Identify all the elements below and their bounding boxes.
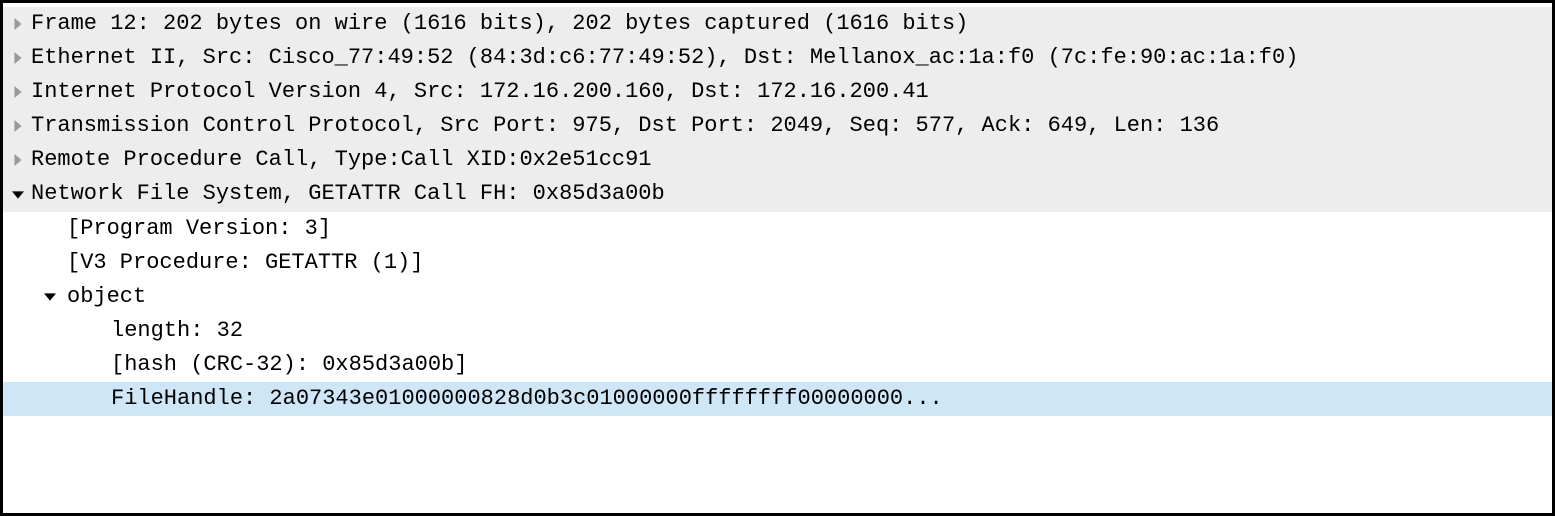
tree-row-object[interactable]: object <box>3 280 1552 314</box>
tree-row-hash[interactable]: [hash (CRC-32): 0x85d3a00b] <box>3 348 1552 382</box>
tree-row-filehandle[interactable]: FileHandle: 2a07343e01000000828d0b3c0100… <box>3 382 1552 416</box>
tree-row-rpc[interactable]: Remote Procedure Call, Type:Call XID:0x2… <box>3 143 1552 177</box>
row-text: Remote Procedure Call, Type:Call XID:0x2… <box>31 143 652 177</box>
tree-row-frame[interactable]: Frame 12: 202 bytes on wire (1616 bits),… <box>3 7 1552 41</box>
chevron-right-icon[interactable] <box>5 120 31 132</box>
row-text: length: 32 <box>111 314 243 348</box>
row-text: Network File System, GETATTR Call FH: 0x… <box>31 177 665 211</box>
packet-details-pane: Frame 12: 202 bytes on wire (1616 bits),… <box>0 0 1555 516</box>
row-text: [V3 Procedure: GETATTR (1)] <box>67 246 423 280</box>
tree-row-tcp[interactable]: Transmission Control Protocol, Src Port:… <box>3 109 1552 143</box>
row-text: Frame 12: 202 bytes on wire (1616 bits),… <box>31 7 968 41</box>
row-text: FileHandle: 2a07343e01000000828d0b3c0100… <box>111 382 943 416</box>
tree-row-ethernet[interactable]: Ethernet II, Src: Cisco_77:49:52 (84:3d:… <box>3 41 1552 75</box>
chevron-down-icon[interactable] <box>37 291 63 303</box>
row-text: Internet Protocol Version 4, Src: 172.16… <box>31 75 929 109</box>
row-text: Transmission Control Protocol, Src Port:… <box>31 109 1219 143</box>
chevron-right-icon[interactable] <box>5 154 31 166</box>
tree-row-v3-procedure[interactable]: [V3 Procedure: GETATTR (1)] <box>3 246 1552 280</box>
row-text: [hash (CRC-32): 0x85d3a00b] <box>111 348 467 382</box>
tree-row-ip[interactable]: Internet Protocol Version 4, Src: 172.16… <box>3 75 1552 109</box>
chevron-right-icon[interactable] <box>5 18 31 30</box>
tree-row-length[interactable]: length: 32 <box>3 314 1552 348</box>
row-text: object <box>67 280 146 314</box>
tree-row-nfs[interactable]: Network File System, GETATTR Call FH: 0x… <box>3 177 1552 211</box>
chevron-right-icon[interactable] <box>5 52 31 64</box>
chevron-down-icon[interactable] <box>5 189 31 201</box>
tree-row-program-version[interactable]: [Program Version: 3] <box>3 212 1552 246</box>
row-text: [Program Version: 3] <box>67 212 331 246</box>
chevron-right-icon[interactable] <box>5 86 31 98</box>
row-text: Ethernet II, Src: Cisco_77:49:52 (84:3d:… <box>31 41 1298 75</box>
